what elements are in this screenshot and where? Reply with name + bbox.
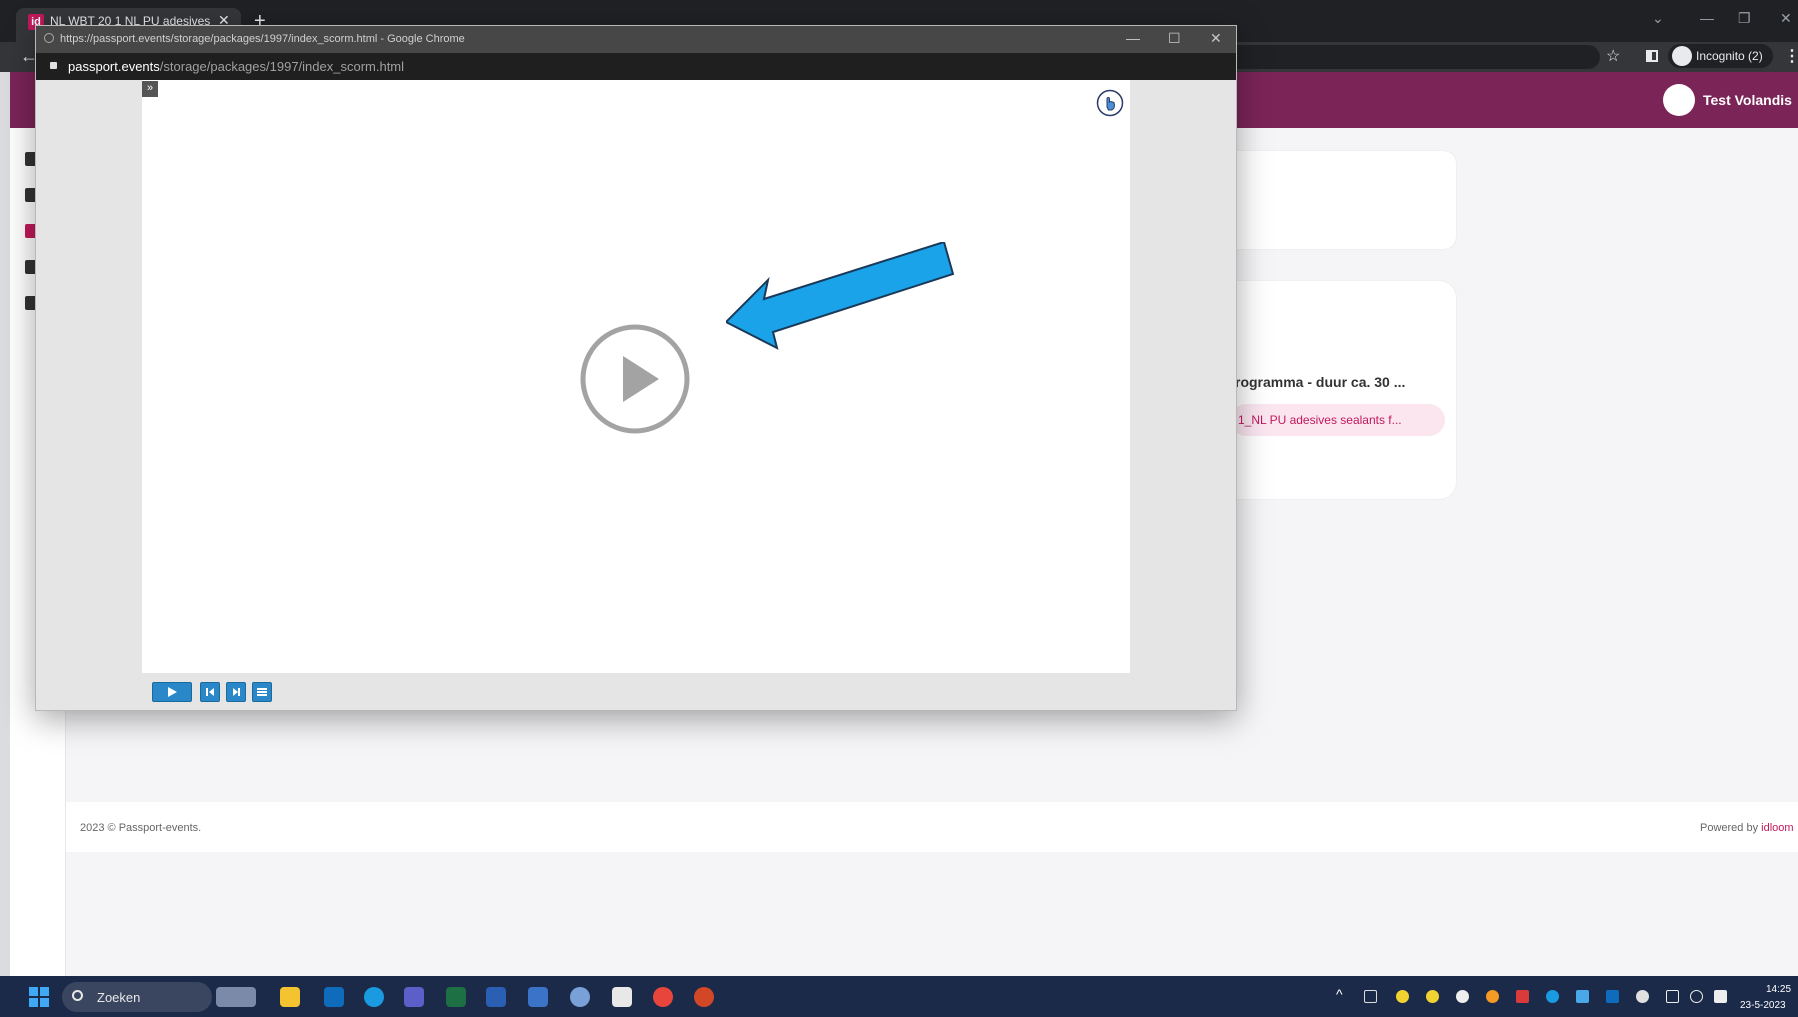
site-info-icon [44, 33, 54, 43]
powered-by-label: Powered by [1700, 822, 1762, 834]
outlook-icon[interactable] [324, 987, 344, 1007]
network-app-icon[interactable] [1636, 990, 1649, 1003]
skip-forward-icon [233, 688, 240, 696]
user-name[interactable]: Test Volandis [1703, 92, 1792, 108]
usb-icon[interactable] [1364, 990, 1377, 1003]
popup-minimize-button[interactable]: — [1126, 30, 1140, 46]
incognito-label: Incognito (2) [1696, 49, 1763, 63]
close-window-button[interactable]: ✕ [1780, 10, 1792, 27]
skip-back-icon [206, 688, 214, 696]
taskbar: Zoeken ^ 14:25 23-5-2023 [0, 976, 1798, 1017]
course-module-pill[interactable]: 1_NL PU adesives sealants f... [1230, 404, 1445, 436]
clock-date[interactable]: 23-5-2023 [1740, 1000, 1786, 1011]
lock-icon [50, 62, 57, 69]
acrobat-icon[interactable] [612, 987, 632, 1007]
volume-icon[interactable] [1690, 990, 1703, 1003]
avatar[interactable] [1663, 84, 1695, 116]
incognito-badge[interactable]: Incognito (2) [1668, 44, 1773, 68]
w-app-icon[interactable] [1456, 990, 1469, 1003]
popup-close-button[interactable]: ✕ [1210, 30, 1222, 47]
footer-copyright: 2023 © Passport-events. [80, 822, 202, 834]
expand-menu-button[interactable]: » [142, 81, 158, 97]
windows-start-icon[interactable] [29, 987, 49, 1007]
footer [66, 802, 1798, 852]
play-small-icon [168, 687, 177, 697]
widget-icon[interactable] [216, 987, 256, 1007]
hand-pointer-icon[interactable] [1096, 89, 1124, 117]
search-input[interactable]: Zoeken [62, 982, 212, 1012]
popup-url: passport.events/storage/packages/1997/in… [68, 59, 404, 74]
arrow-annotation-icon [726, 242, 955, 350]
url-host: passport.events [68, 59, 160, 74]
onedrive-icon[interactable] [1576, 990, 1589, 1003]
course-title[interactable]: rogramma - duur ca. 30 ... [1235, 374, 1405, 390]
incognito-icon [1672, 46, 1692, 66]
battery-icon[interactable] [1714, 990, 1727, 1003]
popup-url-bar: passport.events/storage/packages/1997/in… [36, 53, 1236, 80]
excel-icon[interactable] [446, 987, 466, 1007]
play-icon[interactable] [579, 323, 691, 435]
file-explorer-icon[interactable] [280, 987, 300, 1007]
word-icon[interactable] [486, 987, 506, 1007]
edge-icon[interactable] [364, 987, 384, 1007]
tray-chevron-icon[interactable]: ^ [1336, 986, 1343, 1002]
display-icon[interactable] [1666, 990, 1679, 1003]
vpn-icon[interactable] [1516, 990, 1529, 1003]
tab-search-icon[interactable]: ⌄ [1652, 10, 1664, 27]
sync-icon[interactable] [1546, 990, 1559, 1003]
side-panel-icon[interactable] [1646, 50, 1658, 62]
menu-icon[interactable]: ⋮ [1784, 46, 1798, 66]
powerpoint-icon[interactable] [694, 987, 714, 1007]
badge-icon[interactable] [1426, 990, 1439, 1003]
next-button[interactable] [226, 682, 246, 702]
smiley-icon[interactable] [1396, 990, 1409, 1003]
shield-icon[interactable] [1486, 990, 1499, 1003]
play-button[interactable] [152, 682, 192, 702]
rewind-button[interactable] [200, 682, 220, 702]
globe-app-icon[interactable] [570, 987, 590, 1007]
outlook-tray-icon[interactable] [1606, 990, 1619, 1003]
restore-button[interactable]: ❐ [1738, 10, 1751, 27]
scorm-popup-window: https://passport.events/storage/packages… [35, 25, 1237, 711]
search-placeholder: Zoeken [97, 990, 141, 1005]
toc-icon [257, 688, 267, 696]
chrome-icon[interactable] [653, 987, 673, 1007]
teams-icon[interactable] [404, 987, 424, 1007]
powered-by-link[interactable]: idloom [1761, 822, 1793, 834]
popup-maximize-button[interactable]: ☐ [1168, 30, 1181, 47]
url-path: /storage/packages/1997/index_scorm.html [159, 59, 405, 74]
bookmark-star-icon[interactable]: ☆ [1606, 46, 1620, 66]
clock-time[interactable]: 14:25 [1766, 984, 1791, 995]
minimize-button[interactable]: — [1700, 10, 1714, 26]
table-of-contents-button[interactable] [252, 682, 272, 702]
search-icon [72, 990, 83, 1001]
popup-titlebar: https://passport.events/storage/packages… [36, 26, 1236, 53]
visio-icon[interactable] [528, 987, 548, 1007]
popup-window-title: https://passport.events/storage/packages… [60, 33, 465, 45]
footer-powered-by: Powered by idloom [1700, 822, 1794, 834]
